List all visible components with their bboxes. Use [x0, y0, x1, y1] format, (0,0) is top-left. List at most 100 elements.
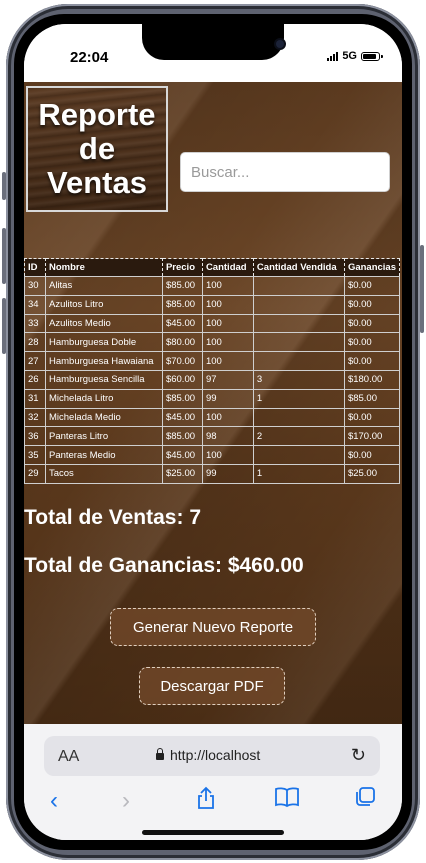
- tabs-icon[interactable]: [354, 786, 376, 816]
- cell-precio: $85.00: [161, 426, 203, 447]
- cell-precio: $45.00: [161, 445, 203, 465]
- share-icon[interactable]: [196, 786, 216, 818]
- cell-id: 28: [24, 332, 46, 353]
- cell-cantidad-vendida: [252, 351, 345, 371]
- cell-cantidad-vendida: [252, 332, 345, 353]
- sales-table: ID Nombre Precio Cantidad Cantidad Vendi…: [24, 258, 401, 484]
- logo-line-2: de: [78, 131, 116, 166]
- cell-id: 30: [24, 276, 46, 296]
- table-row: 33 Azulitos Medio $45.00 100 $0.00: [24, 313, 401, 334]
- generate-report-button[interactable]: Generar Nuevo Reporte: [110, 608, 316, 646]
- page-content: Reporte de Ventas ID Nombre Precio Canti…: [24, 82, 402, 724]
- cell-precio: $85.00: [161, 276, 203, 296]
- cell-ganancias: $85.00: [343, 388, 401, 409]
- cell-cantidad: 100: [201, 332, 254, 353]
- cell-cantidad: 99: [201, 388, 254, 409]
- table-row: 35 Panteras Medio $45.00 100 $0.00: [24, 445, 401, 465]
- cell-cantidad: 97: [201, 369, 254, 390]
- lock-icon: [156, 748, 164, 760]
- cell-cantidad: 100: [201, 351, 254, 371]
- table-row: 31 Michelada Litro $85.00 99 1 $85.00: [24, 388, 401, 409]
- cell-precio: $80.00: [161, 332, 203, 353]
- cell-nombre: Tacos: [44, 463, 163, 484]
- cell-ganancias: $0.00: [343, 276, 401, 296]
- browser-nav: ‹ ›: [24, 786, 402, 816]
- status-indicators: 5G: [327, 50, 383, 62]
- cell-id: 36: [24, 426, 46, 447]
- power-button: [420, 245, 424, 333]
- table-header-row: ID Nombre Precio Cantidad Cantidad Vendi…: [24, 258, 401, 277]
- cell-ganancias: $0.00: [343, 294, 401, 315]
- cell-ganancias: $0.00: [343, 407, 401, 428]
- column-header-cantidad: Cantidad: [201, 258, 254, 277]
- cell-cantidad: 100: [201, 407, 254, 428]
- cell-precio: $25.00: [161, 463, 203, 484]
- chevron-right-icon[interactable]: ›: [122, 786, 130, 816]
- cell-precio: $70.00: [161, 351, 203, 371]
- cell-id: 29: [24, 463, 46, 484]
- download-pdf-button[interactable]: Descargar PDF: [139, 667, 285, 705]
- cell-cantidad: 100: [201, 445, 254, 465]
- table-body: 30 Alitas $85.00 100 $0.00 34 Azulitos Litro $8…: [24, 276, 401, 484]
- cell-nombre: Alitas: [44, 276, 163, 296]
- cell-ganancias: $0.00: [343, 445, 401, 465]
- search-input[interactable]: [180, 152, 390, 192]
- table-row: 26 Hamburguesa Sencilla $60.00 97 3 $180.00: [24, 369, 401, 390]
- cell-cantidad: 100: [201, 276, 254, 296]
- logo-line-3: Ventas: [47, 165, 147, 200]
- cell-precio: $60.00: [161, 369, 203, 390]
- url-text: http://localhost: [170, 747, 261, 763]
- table-row: 34 Azulitos Litro $85.00 100 $0.00: [24, 294, 401, 315]
- cell-cantidad-vendida: 1: [252, 388, 345, 409]
- text-size-button[interactable]: AA: [58, 748, 79, 766]
- volume-down-button: [2, 298, 6, 354]
- cell-id: 34: [24, 294, 46, 315]
- cell-nombre: Hamburguesa Sencilla: [44, 369, 163, 390]
- aa-label: AA: [58, 748, 80, 765]
- book-icon[interactable]: [274, 786, 300, 816]
- column-header-ganancias: Ganancias: [343, 258, 401, 277]
- cell-precio: $45.00: [161, 313, 203, 334]
- cell-nombre: Azulitos Medio: [44, 313, 163, 334]
- cell-cantidad-vendida: [252, 445, 345, 465]
- chevron-left-icon[interactable]: ‹: [50, 786, 58, 816]
- cell-ganancias: $0.00: [343, 351, 401, 371]
- cell-cantidad-vendida: 3: [252, 369, 345, 390]
- column-header-cantidad-vendida: Cantidad Vendida: [252, 258, 345, 277]
- cell-cantidad-vendida: 2: [252, 426, 345, 447]
- network-label: 5G: [342, 50, 357, 62]
- table-row: 29 Tacos $25.00 99 1 $25.00: [24, 463, 401, 484]
- total-ganancias: Total de Ganancias: $460.00: [24, 554, 304, 577]
- cell-cantidad-vendida: [252, 294, 345, 315]
- cell-ganancias: $180.00: [343, 369, 401, 390]
- screen: 22:04 5G Reporte de Ventas ID Nombre Pre…: [24, 24, 402, 840]
- total-ventas: Total de Ventas: 7: [24, 506, 201, 529]
- table-row: 28 Hamburguesa Doble $80.00 100 $0.00: [24, 332, 401, 353]
- url-display[interactable]: http://localhost: [156, 747, 260, 763]
- cell-id: 26: [24, 369, 46, 390]
- cell-cantidad: 99: [201, 463, 254, 484]
- address-bar[interactable]: AA http://localhost ↻: [44, 736, 380, 776]
- cell-precio: $45.00: [161, 407, 203, 428]
- column-header-precio: Precio: [161, 258, 203, 277]
- cell-id: 35: [24, 445, 46, 465]
- notch: [142, 24, 284, 60]
- cell-id: 27: [24, 351, 46, 371]
- home-indicator: [142, 830, 284, 835]
- mute-switch: [2, 172, 6, 200]
- column-header-nombre: Nombre: [44, 258, 163, 277]
- cell-id: 31: [24, 388, 46, 409]
- cell-precio: $85.00: [161, 294, 203, 315]
- safari-toolbar: AA http://localhost ↻ ‹ ›: [24, 724, 402, 840]
- cell-nombre: Michelada Medio: [44, 407, 163, 428]
- signal-icon: [327, 51, 339, 61]
- cell-nombre: Hamburguesa Doble: [44, 332, 163, 353]
- cell-nombre: Azulitos Litro: [44, 294, 163, 315]
- table-row: 27 Hamburguesa Hawaiana $70.00 100 $0.00: [24, 351, 401, 371]
- cell-cantidad-vendida: [252, 313, 345, 334]
- report-logo: Reporte de Ventas: [26, 86, 168, 212]
- cell-nombre: Michelada Litro: [44, 388, 163, 409]
- logo-line-1: Reporte: [38, 97, 156, 132]
- reload-icon[interactable]: ↻: [351, 745, 366, 766]
- battery-icon: [361, 51, 383, 61]
